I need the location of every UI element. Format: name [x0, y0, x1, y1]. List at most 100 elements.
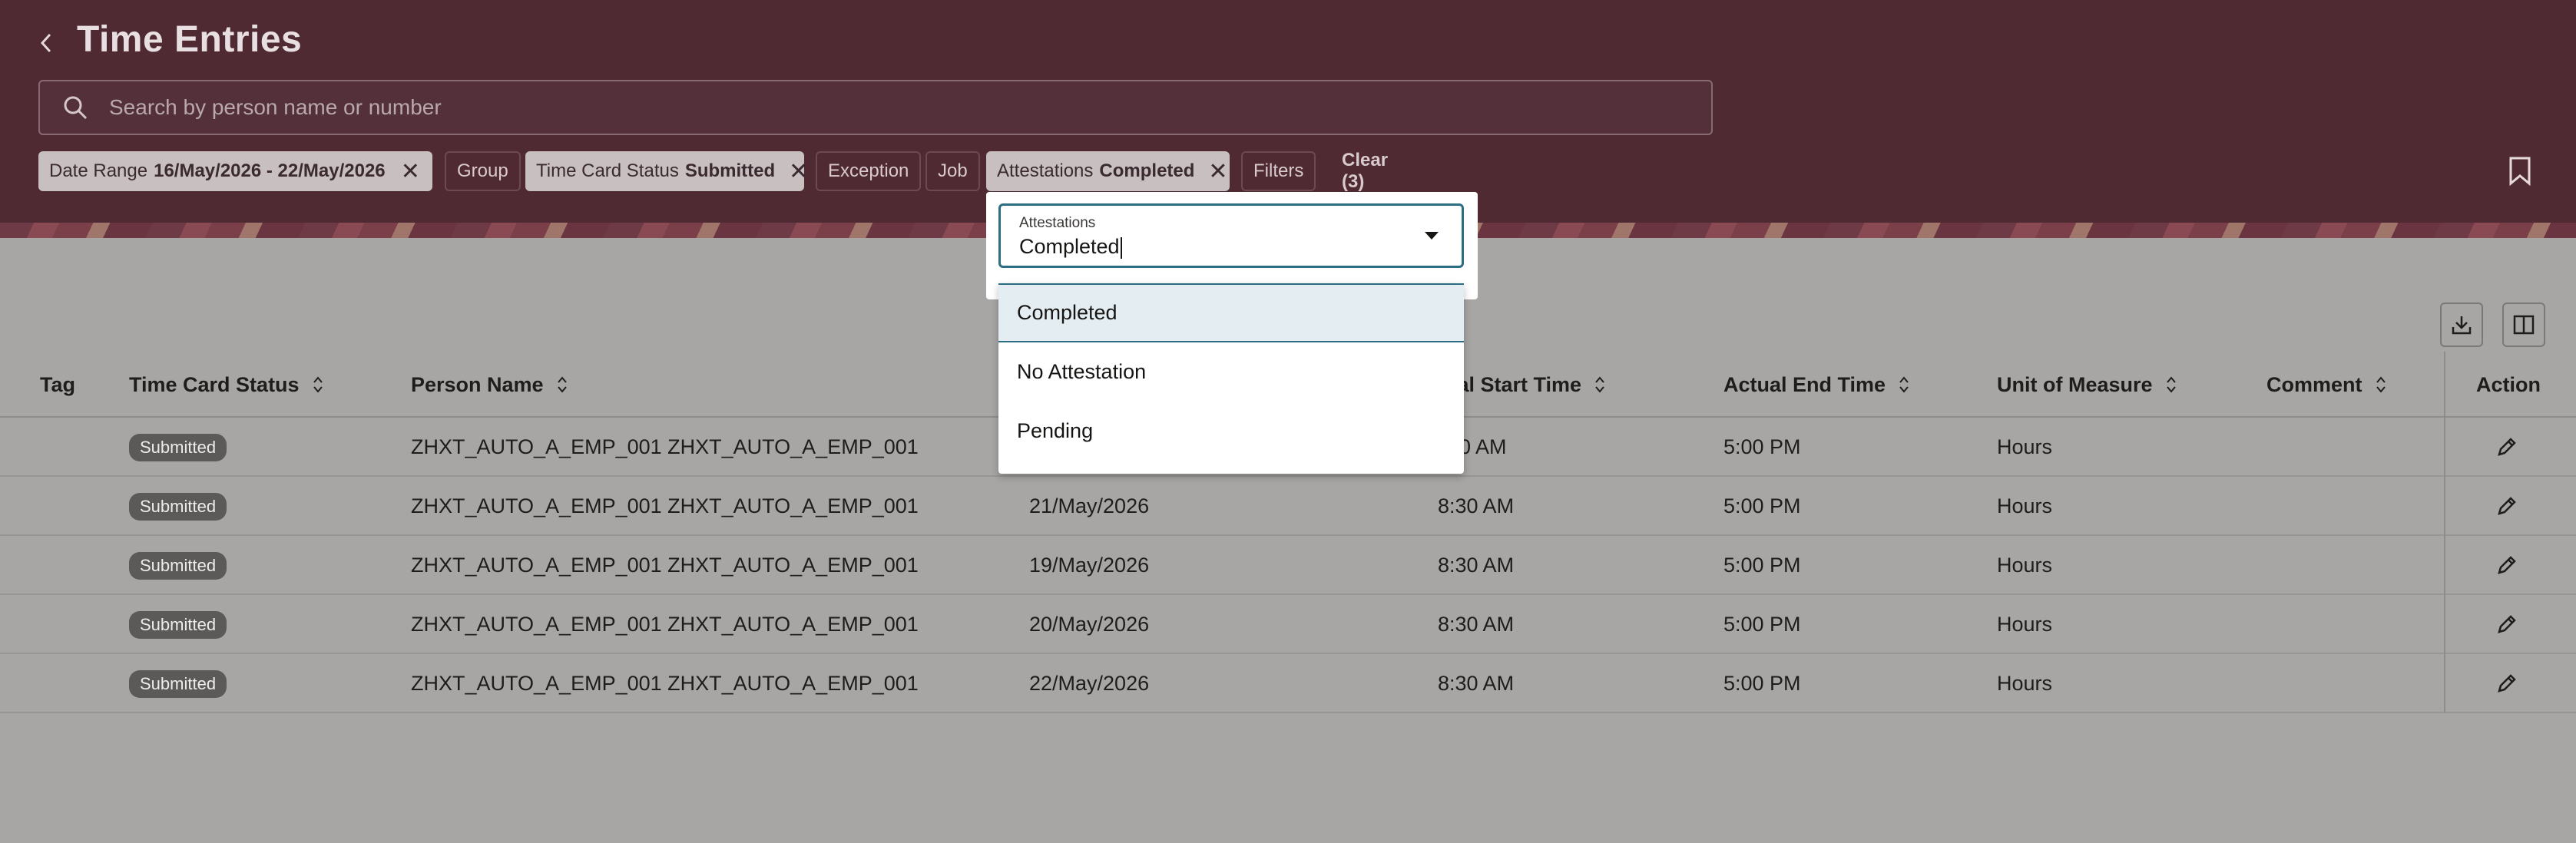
attestations-listbox: Completed No Attestation Pending: [998, 283, 1464, 474]
column-label: Person Name: [411, 372, 544, 396]
option-no-attestation[interactable]: No Attestation: [998, 342, 1464, 402]
close-icon[interactable]: ✕: [399, 159, 422, 184]
bookmark-icon[interactable]: [2508, 157, 2531, 186]
column-label: Time Card Status: [129, 372, 300, 396]
pencil-icon[interactable]: [2495, 671, 2519, 696]
chip-attestations[interactable]: Attestations Completed ✕: [986, 151, 1230, 191]
end-time-cell: 5:00 PM: [1723, 613, 1801, 636]
download-button[interactable]: [2440, 302, 2483, 347]
end-time-cell: 5:00 PM: [1723, 494, 1801, 517]
clear-filters-link[interactable]: Clear (3): [1342, 150, 1388, 192]
caret-down-icon[interactable]: [1425, 232, 1439, 240]
pencil-icon[interactable]: [2495, 435, 2519, 459]
pencil-icon[interactable]: [2495, 553, 2519, 577]
chip-value: Submitted: [684, 160, 776, 181]
attestations-combobox[interactable]: Attestations Completed: [998, 203, 1464, 268]
start-time-cell: 0 AM: [1459, 435, 1507, 458]
column-header-action: Action: [2476, 352, 2541, 418]
filters-label: Filters: [1253, 160, 1304, 181]
start-time-cell: 8:30 AM: [1438, 613, 1515, 636]
filters-button[interactable]: Filters: [1241, 151, 1316, 191]
option-completed[interactable]: Completed: [998, 283, 1464, 342]
column-header-actual-end-time[interactable]: Actual End Time: [1723, 352, 1910, 418]
person-name-cell: ZHXT_AUTO_A_EMP_001 ZHXT_AUTO_A_EMP_001: [411, 613, 919, 636]
column-header-unit-of-measure[interactable]: Unit of Measure: [1997, 352, 2177, 418]
chip-label: Attestations: [997, 160, 1094, 181]
chip-label: Group: [457, 160, 508, 181]
column-header-time-card-status[interactable]: Time Card Status: [129, 352, 324, 418]
column-label: Action: [2476, 372, 2541, 396]
chip-label: Exception: [828, 160, 909, 181]
chip-value: Completed: [1099, 160, 1195, 181]
table-row[interactable]: Submitted ZHXT_AUTO_A_EMP_001 ZHXT_AUTO_…: [0, 477, 2576, 536]
person-name-cell: ZHXT_AUTO_A_EMP_001 ZHXT_AUTO_A_EMP_001: [411, 435, 919, 458]
date-cell: 19/May/2026: [1029, 554, 1150, 577]
column-label: Tag: [40, 372, 75, 396]
sort-icon: [557, 376, 567, 393]
start-time-cell: 8:30 AM: [1438, 554, 1515, 577]
end-time-cell: 5:00 PM: [1723, 554, 1801, 577]
column-header-person-name[interactable]: Person Name: [411, 352, 568, 418]
unit-of-measure-cell: Hours: [1997, 554, 2053, 577]
date-cell: 22/May/2026: [1029, 672, 1150, 695]
table-row[interactable]: Submitted ZHXT_AUTO_A_EMP_001 ZHXT_AUTO_…: [0, 536, 2576, 595]
sort-icon: [1595, 376, 1604, 393]
person-name-cell: ZHXT_AUTO_A_EMP_001 ZHXT_AUTO_A_EMP_001: [411, 494, 919, 517]
status-badge: Submitted: [129, 551, 227, 580]
chip-label: Job: [938, 160, 968, 181]
download-icon: [2452, 316, 2472, 335]
columns-icon: [2513, 315, 2535, 335]
date-cell: 20/May/2026: [1029, 613, 1150, 636]
unit-of-measure-cell: Hours: [1997, 435, 2053, 458]
column-label: Actual End Time: [1723, 372, 1886, 396]
end-time-cell: 5:00 PM: [1723, 435, 1801, 458]
chip-date-range[interactable]: Date Range 16/May/2026 - 22/May/2026 ✕: [38, 151, 432, 191]
status-badge: Submitted: [129, 492, 227, 521]
person-name-cell: ZHXT_AUTO_A_EMP_001 ZHXT_AUTO_A_EMP_001: [411, 672, 919, 695]
combobox-value: Completed: [1019, 235, 1120, 258]
column-label: Unit of Measure: [1997, 372, 2153, 396]
pencil-icon[interactable]: [2495, 612, 2519, 636]
combobox-value-wrap: Completed: [1019, 235, 1122, 259]
pencil-icon[interactable]: [2495, 494, 2519, 518]
combobox-label: Attestations: [1019, 215, 1096, 231]
sort-icon: [1899, 376, 1909, 393]
table-row[interactable]: Submitted ZHXT_AUTO_A_EMP_001 ZHXT_AUTO_…: [0, 595, 2576, 654]
unit-of-measure-cell: Hours: [1997, 672, 2053, 695]
unit-of-measure-cell: Hours: [1997, 613, 2053, 636]
status-badge: Submitted: [129, 433, 227, 461]
chip-exception[interactable]: Exception: [816, 151, 922, 191]
date-cell: 21/May/2026: [1029, 494, 1150, 517]
column-header-tag[interactable]: Tag: [40, 352, 75, 418]
sort-icon: [2376, 376, 2386, 393]
table-row[interactable]: Submitted ZHXT_AUTO_A_EMP_001 ZHXT_AUTO_…: [0, 654, 2576, 713]
columns-button[interactable]: [2502, 302, 2545, 347]
close-icon[interactable]: ✕: [789, 159, 808, 184]
column-header-comment[interactable]: Comment: [2266, 352, 2387, 418]
back-button[interactable]: [31, 28, 61, 58]
text-caret: [1120, 236, 1122, 259]
sort-icon: [2166, 376, 2176, 393]
column-label: Comment: [2266, 372, 2362, 396]
close-icon[interactable]: ✕: [1208, 159, 1227, 184]
chip-group[interactable]: Group: [445, 151, 521, 191]
sort-icon: [313, 376, 323, 393]
chip-job[interactable]: Job: [925, 151, 980, 191]
page-title: Time Entries: [77, 19, 303, 60]
chevron-left-icon: [40, 33, 51, 53]
status-badge: Submitted: [129, 610, 227, 639]
action-column-divider: [2444, 352, 2445, 712]
end-time-cell: 5:00 PM: [1723, 672, 1801, 695]
chip-label: Time Card Status: [536, 160, 679, 181]
chip-time-card-status[interactable]: Time Card Status Submitted ✕: [525, 151, 808, 191]
unit-of-measure-cell: Hours: [1997, 494, 2053, 517]
search-input[interactable]: [109, 95, 1645, 120]
search-icon: [64, 96, 88, 120]
status-badge: Submitted: [129, 669, 227, 698]
option-pending[interactable]: Pending: [998, 402, 1464, 461]
search-box[interactable]: [38, 80, 1713, 135]
start-time-cell: 8:30 AM: [1438, 494, 1515, 517]
chip-value: 16/May/2026 - 22/May/2026: [154, 160, 386, 181]
start-time-cell: 8:30 AM: [1438, 672, 1515, 695]
person-name-cell: ZHXT_AUTO_A_EMP_001 ZHXT_AUTO_A_EMP_001: [411, 554, 919, 577]
